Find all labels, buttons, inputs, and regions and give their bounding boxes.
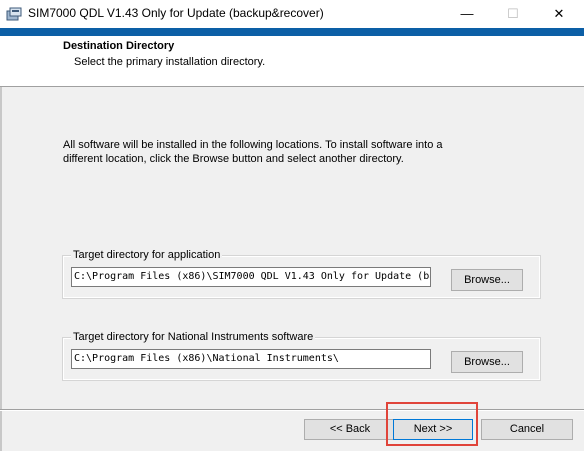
page-subtitle: Select the primary installation director… <box>74 56 266 68</box>
app-directory-legend: Target directory for application <box>71 249 223 261</box>
instructions-text: All software will be installed in the fo… <box>63 139 443 165</box>
browse-app-button[interactable]: Browse... <box>451 269 523 291</box>
next-button[interactable]: Next >> <box>393 419 473 440</box>
browse-ni-button[interactable]: Browse... <box>451 351 523 373</box>
ni-directory-input[interactable]: C:\Program Files (x86)\National Instrume… <box>71 349 431 369</box>
app-directory-group: Target directory for application C:\Prog… <box>62 249 541 299</box>
cancel-button[interactable]: Cancel <box>481 419 573 440</box>
maximize-button[interactable]: ☐ <box>490 0 536 28</box>
page-header: Destination Directory Select the primary… <box>0 36 584 87</box>
accent-bar <box>0 28 584 36</box>
back-button[interactable]: << Back <box>304 419 396 440</box>
title-bar[interactable]: SIM7000 QDL V1.43 Only for Update (backu… <box>0 0 584 28</box>
footer-divider <box>0 409 584 411</box>
app-directory-input[interactable]: C:\Program Files (x86)\SIM7000 QDL V1.43… <box>71 267 431 287</box>
window-left-edge <box>0 28 2 451</box>
installer-icon <box>6 6 22 22</box>
page-title: Destination Directory <box>63 40 175 52</box>
close-button[interactable]: ✕ <box>536 0 582 28</box>
window-title: SIM7000 QDL V1.43 Only for Update (backu… <box>28 6 324 20</box>
minimize-button[interactable]: — <box>444 0 490 28</box>
ni-directory-legend: Target directory for National Instrument… <box>71 331 316 343</box>
ni-directory-group: Target directory for National Instrument… <box>62 331 541 381</box>
